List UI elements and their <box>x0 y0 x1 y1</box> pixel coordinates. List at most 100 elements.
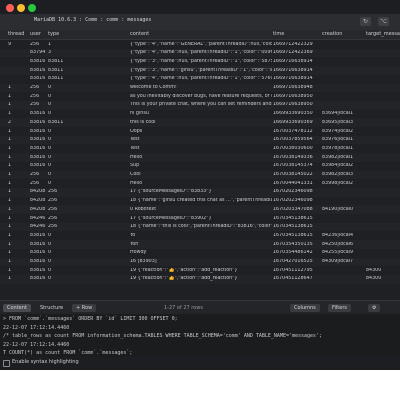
table-cell[interactable]: 83816 <box>30 120 48 125</box>
table-cell[interactable]: 256 <box>30 85 48 90</box>
table-cell[interactable]: 0 <box>48 146 128 151</box>
table-cell[interactable]: 1670354486142 <box>273 250 321 255</box>
table-cell[interactable]: 83984|local2 <box>322 163 366 168</box>
table-cell[interactable]: 83811 <box>48 76 128 81</box>
table-cell[interactable]: 256 <box>48 189 128 194</box>
table-row[interactable]: 1 256 0 as you inevitably discover bugs, ha… <box>0 92 400 101</box>
table-cell[interactable]: 83816 <box>30 129 48 134</box>
table-cell[interactable]: {"type":"4","name":"GENERAL","parentThre… <box>130 42 272 47</box>
table-cell[interactable]: 1 <box>8 129 28 134</box>
table-cell[interactable]: 83794 <box>30 50 48 55</box>
table-cell[interactable]: 1670202346098 <box>273 198 321 203</box>
table-cell[interactable]: Yo <box>130 233 272 238</box>
table-cell[interactable]: 1669716638914 <box>273 59 321 64</box>
table-cell[interactable]: 1670203347088 <box>273 207 321 212</box>
table-cell[interactable]: 1669716638948 <box>273 85 321 90</box>
zoom-window-button[interactable] <box>28 4 36 12</box>
add-row-button[interactable]: + Row <box>72 304 97 312</box>
column-header[interactable]: creation <box>322 31 342 37</box>
table-cell[interactable]: welcome to Comm! <box>130 85 272 90</box>
table-cell[interactable]: Oops <box>130 129 272 134</box>
table-cell[interactable]: 1 <box>8 181 28 186</box>
table-row[interactable]: 1 256 0 welcome to Comm! 1669716638948 <box>0 83 400 93</box>
table-cell[interactable]: hi ginsu <box>130 111 272 116</box>
table-cell[interactable]: 1670038145374 <box>273 163 321 168</box>
table-cell[interactable]: 83816 <box>30 276 48 281</box>
table-cell[interactable]: 256 <box>48 216 128 221</box>
table-row[interactable]: 1 256 0 Cool 1670038145022 83982|local3 <box>0 170 400 180</box>
table-cell[interactable]: 256 <box>48 207 128 212</box>
table-cell[interactable]: Test <box>130 137 272 142</box>
table-row[interactable]: 1 84208 256 18 {"name":"ginsu created this … <box>0 197 400 206</box>
table-cell[interactable]: {"type":"4","name":null,"parentThreadID"… <box>130 50 272 55</box>
table-cell[interactable]: 1 <box>8 163 28 168</box>
table-row[interactable]: 1 83816 0 Test 1670038030600 83978|local1 <box>0 144 400 153</box>
table-row[interactable]: 1 256 0 This is your private chat, where yo… <box>0 100 400 110</box>
table-cell[interactable]: 18 {"name":"ginsu created this chat as .… <box>130 198 272 203</box>
column-header[interactable]: content <box>130 31 149 37</box>
table-cell[interactable]: 83811 <box>48 59 128 64</box>
table-cell[interactable]: 84208 <box>30 198 48 203</box>
table-cell[interactable]: 9 <box>8 42 28 47</box>
table-cell[interactable]: 256 <box>48 198 128 203</box>
table-cell[interactable]: 0 <box>48 276 128 281</box>
table-cell[interactable]: 83998|local2 <box>322 181 366 186</box>
table-cell[interactable]: 83976|local1 <box>322 137 366 142</box>
table-cell[interactable]: Sup <box>130 163 272 168</box>
table-cell[interactable]: 83816 <box>30 59 48 64</box>
table-cell[interactable]: 1 <box>8 207 28 212</box>
table-cell[interactable]: 83816 <box>30 137 48 142</box>
structure-tab[interactable]: Structure <box>36 304 67 312</box>
table-row[interactable]: 1 83816 0 16 [83903] 1670427016525 84309|loca… <box>0 257 400 267</box>
results-grid[interactable]: thread user type content time creation target_… <box>0 30 400 300</box>
table-cell[interactable]: 1670451128647 <box>273 276 321 281</box>
table-cell[interactable]: Test <box>130 146 272 151</box>
table-cell[interactable]: 1669712422329 <box>273 42 321 47</box>
table-row[interactable]: 1 83816 0 Sup 1670038145374 83984|local2 <box>0 162 400 171</box>
table-cell[interactable]: 1669716638950 <box>273 94 321 99</box>
table-cell[interactable]: 83816 <box>30 233 48 238</box>
table-row[interactable]: 83816 83811 {"type":"4","name":null,"paren… <box>0 75 400 84</box>
table-cell[interactable]: 19 {"reaction":"👍","action":"add_reactio… <box>130 268 272 273</box>
table-cell[interactable]: Howdy <box>130 250 272 255</box>
table-cell[interactable]: 83974|local2 <box>322 129 366 134</box>
table-cell[interactable]: 83816 <box>30 111 48 116</box>
table-cell[interactable]: 256 <box>30 102 48 107</box>
table-cell[interactable]: 1670345138615 <box>273 233 321 238</box>
table-cell[interactable]: 17 {"sourceMessageID":"83902"} <box>130 216 272 221</box>
table-cell[interactable]: 1 <box>8 233 28 238</box>
table-cell[interactable]: 83695|local3 <box>322 120 366 125</box>
table-cell[interactable]: 19 {"reaction":"👍","action":"add_reactio… <box>130 276 272 281</box>
table-cell[interactable]: 84309|local7 <box>322 259 366 264</box>
table-cell[interactable]: 256 <box>30 42 48 47</box>
table-cell[interactable]: 0 <box>48 129 128 134</box>
table-cell[interactable]: 256 <box>30 181 48 186</box>
table-cell[interactable]: 0 <box>48 242 128 247</box>
table-cell[interactable]: 1 <box>8 189 28 194</box>
table-row[interactable]: 1 256 0 Hello 1670044041331 83998|local2 <box>0 179 400 188</box>
table-cell[interactable]: 1670354350135 <box>273 242 321 247</box>
table-cell[interactable]: Cool <box>130 172 272 177</box>
table-cell[interactable]: 1 <box>8 146 28 151</box>
column-header[interactable]: user <box>30 31 41 37</box>
table-cell[interactable]: 1670038145022 <box>273 172 321 177</box>
table-cell[interactable]: 1 <box>8 259 28 264</box>
table-cell[interactable]: 1 <box>8 276 28 281</box>
refresh-button[interactable]: ↻ <box>360 17 371 26</box>
table-cell[interactable]: 1670451112795 <box>273 268 321 273</box>
table-cell[interactable]: 84250|local6 <box>322 242 366 247</box>
table-cell[interactable]: 3 <box>48 50 128 55</box>
table-cell[interactable]: 0 <box>48 85 128 90</box>
table-cell[interactable]: this is cool <box>130 120 272 125</box>
table-cell[interactable]: {"type":"3","name":"ginsu","parentThread… <box>130 68 272 73</box>
table-cell[interactable]: 1 <box>8 198 28 203</box>
table-cell[interactable]: 83816 <box>30 259 48 264</box>
table-row[interactable]: 1 83816 0 Howdy 1670354486142 84255|local9 <box>0 249 400 258</box>
table-row[interactable]: 83816 83811 {"type":"3","name":"ginsu","pa… <box>0 66 400 75</box>
table-row[interactable]: 1 83816 0 Yoh 1670354350135 84250|local6 <box>0 240 400 249</box>
table-cell[interactable]: 1670345138615 <box>273 216 321 221</box>
table-row[interactable]: 83816 83811 {"type":"3","name":null,"paren… <box>0 57 400 66</box>
table-cell[interactable]: 1669716638950 <box>273 102 321 107</box>
table-row[interactable]: 1 83816 0 19 {"reaction":"👍","action":"add_… <box>0 266 400 275</box>
table-cell[interactable]: 1670038149336 <box>273 155 321 160</box>
